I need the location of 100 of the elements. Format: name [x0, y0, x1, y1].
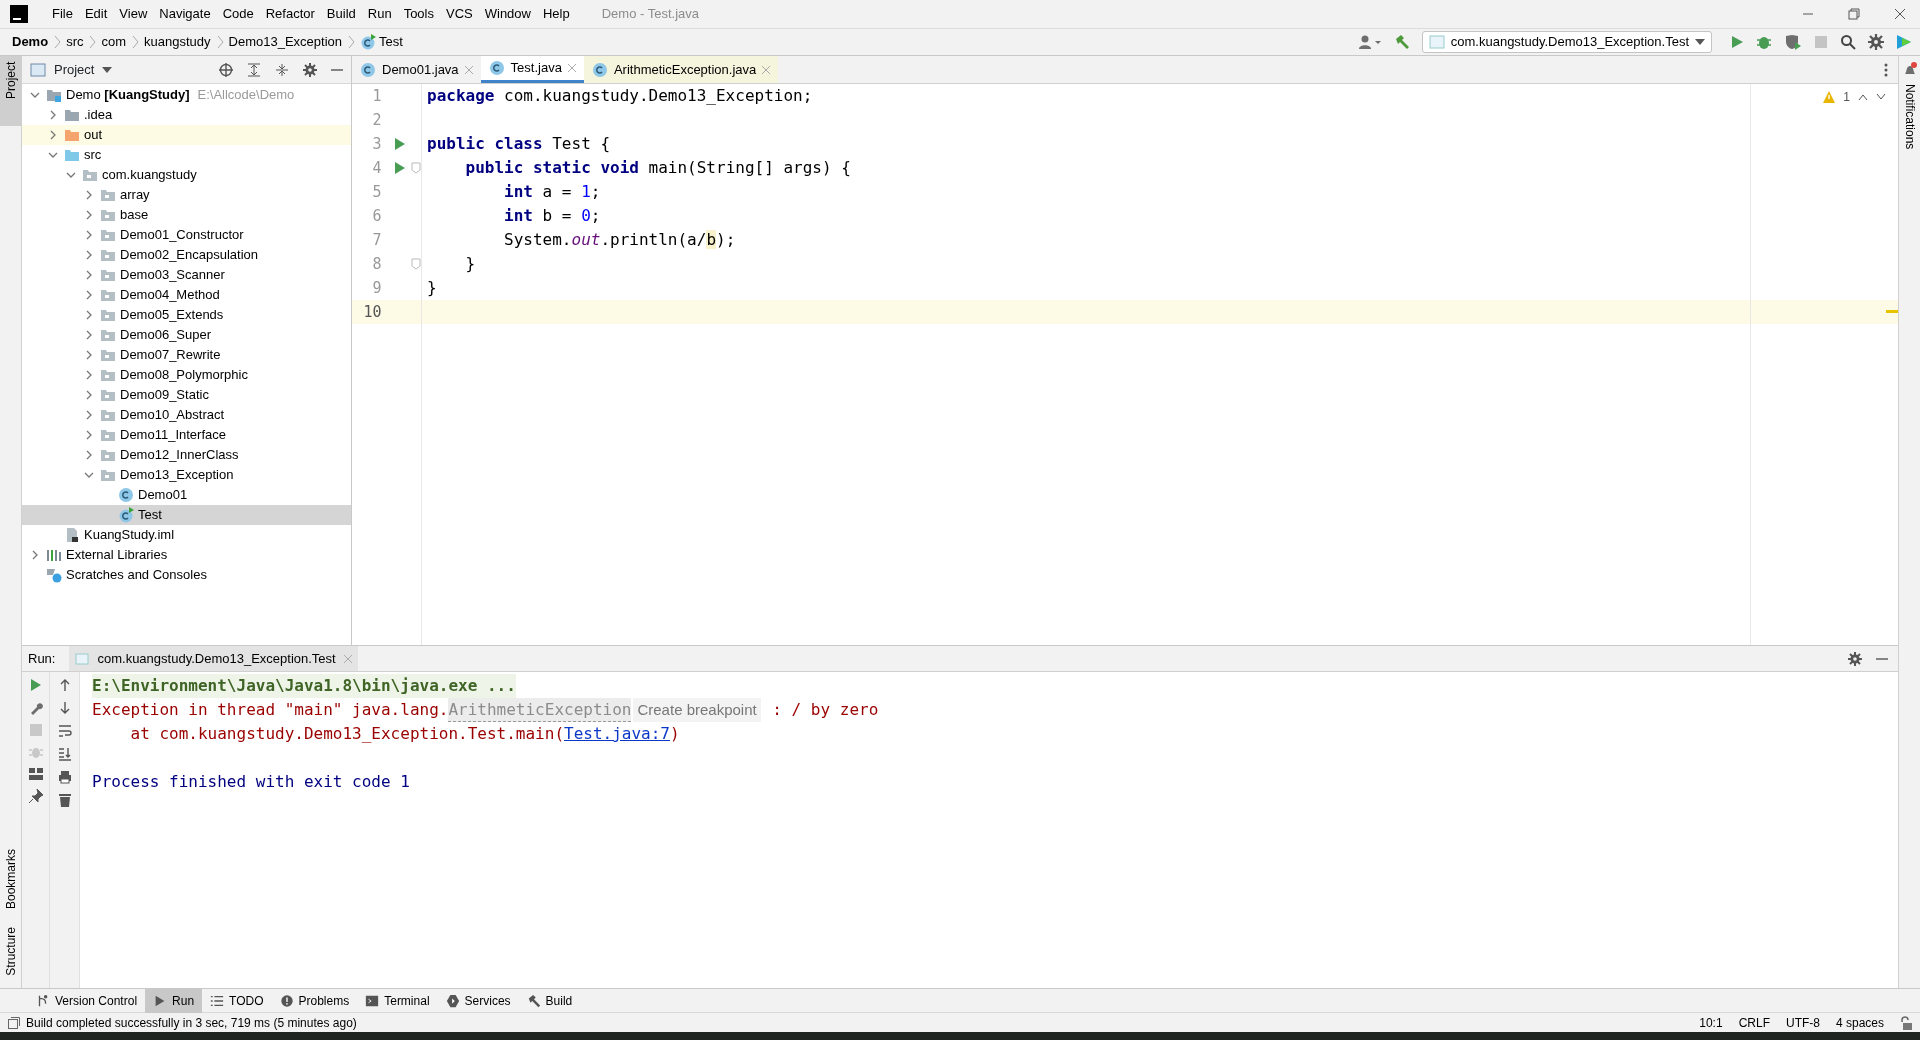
create-breakpoint-hint[interactable]: Create breakpoint	[633, 698, 761, 722]
settings-icon[interactable]	[1848, 651, 1862, 666]
restore-icon[interactable]	[1848, 8, 1860, 20]
run-icon[interactable]	[394, 161, 407, 175]
tree-item[interactable]: Demo07_Rewrite	[22, 345, 351, 365]
print-icon[interactable]	[57, 770, 72, 784]
tool-window-tab[interactable]: Notifications	[1900, 78, 1919, 156]
breadcrumb[interactable]: com	[101, 32, 127, 52]
more-icon[interactable]	[1884, 63, 1888, 77]
chevron-icon	[87, 34, 98, 50]
menu-item[interactable]: View	[119, 4, 148, 24]
editor-tab[interactable]: Test.java	[480, 56, 584, 83]
menu-item[interactable]: Window	[484, 4, 531, 24]
tree-item[interactable]: out	[22, 125, 351, 145]
tool-window-tab[interactable]: Terminal	[357, 988, 438, 1013]
tree-item[interactable]: Test	[22, 505, 351, 525]
settings-icon[interactable]	[1868, 34, 1884, 50]
menu-item[interactable]: Build	[326, 4, 356, 24]
layout-icon[interactable]	[28, 768, 43, 780]
tree-item[interactable]: Demo01	[22, 485, 351, 505]
tool-window-tab[interactable]: Structure	[0, 921, 22, 982]
user-icon[interactable]	[1357, 34, 1382, 50]
menu-item[interactable]: Navigate	[159, 4, 211, 24]
tree-item[interactable]: Demo [KuangStudy] E:\Allcode\Demo	[22, 85, 351, 105]
chevron-up-icon[interactable]	[1858, 93, 1868, 101]
tree-item[interactable]: Demo02_Encapsulation	[22, 245, 351, 265]
tree-item[interactable]: Scratches and Consoles	[22, 565, 351, 585]
pin-icon[interactable]	[28, 789, 43, 803]
tool-window-tab[interactable]: Version Control	[28, 988, 146, 1013]
tree-item[interactable]: Demo13_Exception	[22, 465, 351, 485]
play-icon[interactable]	[1730, 35, 1744, 49]
package-icon	[100, 387, 116, 403]
status-item[interactable]: UTF-8	[1785, 1013, 1820, 1032]
wrap-icon[interactable]	[57, 724, 72, 738]
panel-toggle-icon[interactable]	[8, 1016, 20, 1029]
menu-item[interactable]: VCS	[446, 4, 473, 24]
scroll-end-icon[interactable]	[57, 747, 72, 761]
tool-window-tab[interactable]: Services	[437, 988, 519, 1013]
tree-item[interactable]: base	[22, 205, 351, 225]
editor-tab[interactable]: ArithmeticException.java	[583, 56, 779, 83]
close-icon[interactable]	[1894, 8, 1906, 20]
settings-icon[interactable]	[303, 62, 317, 77]
expand-all-icon[interactable]	[247, 62, 261, 77]
tree-item[interactable]: External Libraries	[22, 545, 351, 565]
tree-item[interactable]: Demo09_Static	[22, 385, 351, 405]
menu-item[interactable]: Tools	[403, 4, 434, 24]
tool-window-tab[interactable]: Problems	[271, 988, 358, 1013]
breadcrumb[interactable]: src	[66, 32, 84, 52]
menu-item[interactable]: Refactor	[265, 4, 315, 24]
menu-item[interactable]: Run	[367, 4, 392, 24]
search-icon[interactable]	[1840, 34, 1856, 50]
arrow-up-icon[interactable]	[58, 678, 71, 692]
menu-item[interactable]: File	[52, 4, 73, 24]
tool-window-tab[interactable]: Build	[518, 988, 581, 1013]
lock-icon[interactable]	[1900, 1015, 1912, 1030]
run-configuration-dropdown[interactable]: com.kuangstudy.Demo13_Exception.Test	[1421, 31, 1712, 53]
breadcrumb[interactable]: kuangstudy	[144, 32, 211, 52]
tree-item[interactable]: Demo01_Constructor	[22, 225, 351, 245]
breadcrumb[interactable]: Test	[360, 32, 403, 52]
tool-window-tab[interactable]: Project	[0, 56, 22, 126]
breadcrumb[interactable]: Demo	[12, 32, 49, 52]
status-item[interactable]: 4 spaces	[1835, 1013, 1884, 1032]
arrow-down-icon[interactable]	[58, 701, 71, 715]
plugin-logo[interactable]	[1896, 34, 1912, 50]
menu-item[interactable]: Edit	[84, 4, 108, 24]
tree-item[interactable]: Demo12_InnerClass	[22, 445, 351, 465]
run-tab[interactable]: com.kuangstudy.Demo13_Exception.Test	[69, 645, 358, 672]
tree-item[interactable]: Demo10_Abstract	[22, 405, 351, 425]
breadcrumb[interactable]: Demo13_Exception	[228, 32, 342, 52]
menu-item[interactable]: Help	[542, 4, 570, 24]
shield-icon[interactable]	[1784, 34, 1802, 50]
package-icon	[100, 267, 116, 283]
bug-icon[interactable]	[1756, 34, 1772, 50]
trash-icon[interactable]	[58, 793, 71, 807]
tree-item[interactable]: Demo04_Method	[22, 285, 351, 305]
tool-window-tab[interactable]: Run	[145, 988, 203, 1013]
run-icon[interactable]	[394, 137, 407, 151]
status-item[interactable]: 10:1	[1699, 1013, 1723, 1032]
tree-item[interactable]: Demo11_Interface	[22, 425, 351, 445]
tree-item[interactable]: Demo03_Scanner	[22, 265, 351, 285]
view-dropdown[interactable]: Project	[54, 59, 113, 80]
source-link[interactable]: Test.java:7	[564, 722, 670, 746]
tool-window-tab[interactable]: Bookmarks	[0, 843, 22, 916]
target-icon[interactable]	[219, 62, 233, 77]
status-item[interactable]: CRLF	[1738, 1013, 1770, 1032]
tree-item[interactable]: array	[22, 185, 351, 205]
tree-item[interactable]: src	[22, 145, 351, 165]
menu-item[interactable]: Code	[222, 4, 254, 24]
collapse-all-icon[interactable]	[275, 62, 289, 77]
tree-item[interactable]: KuangStudy.iml	[22, 525, 351, 545]
editor-tab[interactable]: Demo01.java	[352, 56, 481, 83]
tree-item[interactable]: Demo05_Extends	[22, 305, 351, 325]
tree-item[interactable]: Demo08_Polymorphic	[22, 365, 351, 385]
rerun-icon[interactable]	[29, 678, 42, 692]
chevron-down-icon[interactable]	[1876, 93, 1886, 101]
tree-item[interactable]: com.kuangstudy	[22, 165, 351, 185]
tree-item[interactable]: Demo06_Super	[22, 325, 351, 345]
tree-item[interactable]: .idea	[22, 105, 351, 125]
hammer-icon[interactable]	[1393, 34, 1410, 50]
tool-window-tab[interactable]: TODO	[202, 988, 272, 1013]
